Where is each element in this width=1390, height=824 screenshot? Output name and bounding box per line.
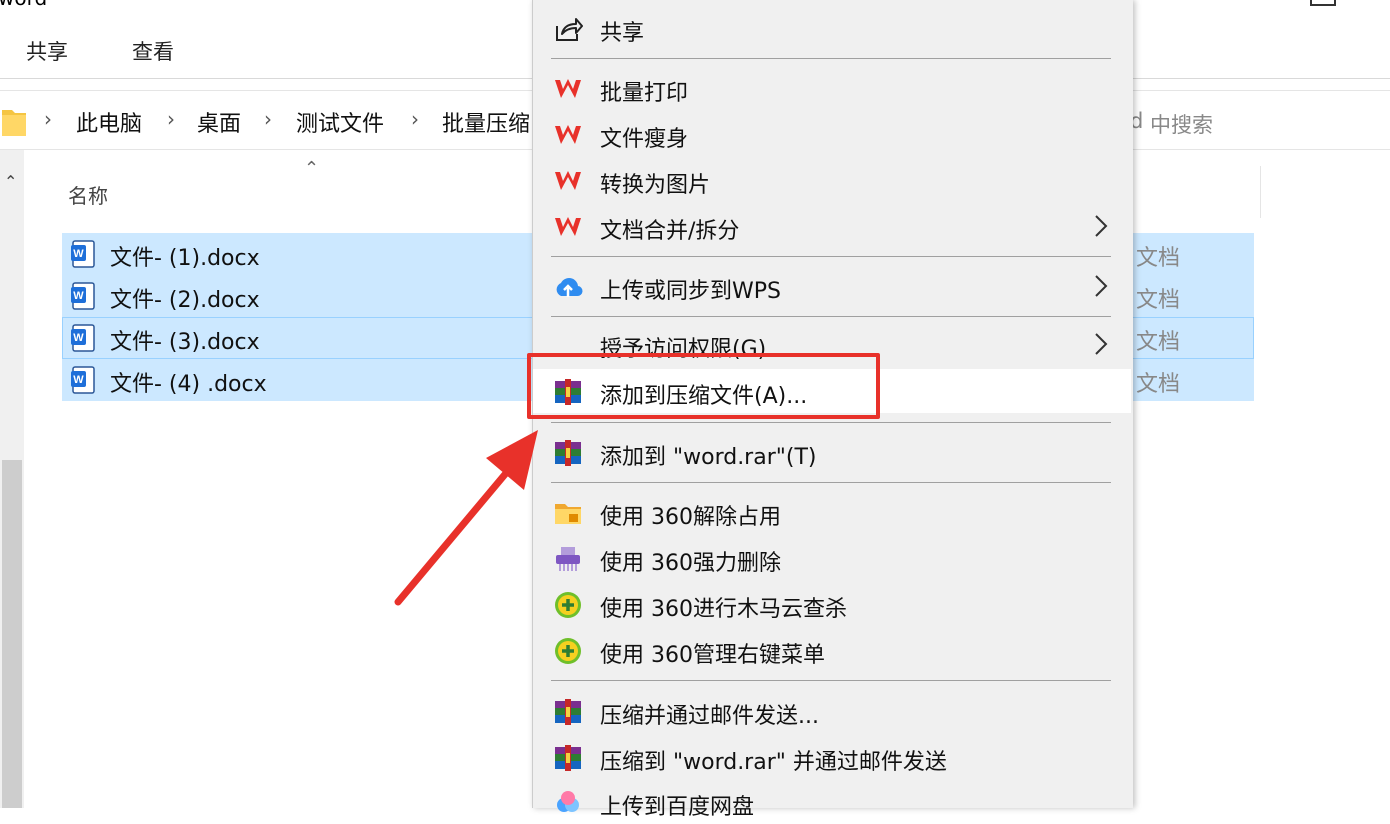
menu-item-share[interactable]: 共享 (533, 6, 1131, 50)
360-plus-icon (555, 638, 581, 664)
sort-ascending-icon: ⌃ (304, 158, 320, 179)
menu-label: 添加到 "word.rar"(T) (600, 445, 817, 470)
menu-label: 上传到百度网盘 (600, 795, 755, 820)
wps-icon (555, 217, 581, 236)
menu-separator (551, 422, 1111, 423)
wps-icon (555, 79, 581, 98)
share-icon (556, 18, 583, 41)
file-name: 文件- (2).docx (110, 288, 260, 313)
menu-item-slim-file[interactable]: 文件瘦身 (533, 112, 1131, 156)
file-name: 文件- (1).docx (110, 246, 260, 271)
menu-separator (551, 256, 1111, 257)
baidu-netdisk-icon (557, 791, 579, 812)
svg-text:W: W (73, 374, 84, 386)
menu-item-merge-split[interactable]: 文档合并/拆分 (533, 204, 1131, 248)
menu-item-baidu-upload[interactable]: 上传到百度网盘 (533, 780, 1131, 824)
winrar-icon (555, 699, 581, 725)
scrollbar-thumb[interactable] (2, 460, 22, 808)
menu-item-convert-image[interactable]: 转换为图片 (533, 158, 1131, 202)
word-doc-icon: W (71, 282, 95, 310)
menu-separator (551, 482, 1111, 483)
file-type: 文档 (1136, 288, 1181, 313)
menu-label: 使用 360解除占用 (600, 505, 781, 530)
menu-label: 使用 360管理右键菜单 (600, 643, 825, 668)
search-input[interactable]: d 中搜索 (1130, 99, 1390, 141)
menu-label: 使用 360强力删除 (600, 551, 781, 576)
menu-separator (551, 680, 1111, 681)
highlight-box (527, 353, 880, 419)
breadcrumb-this-pc[interactable]: 此电脑 (76, 106, 142, 138)
chevron-right-icon: › (411, 107, 419, 131)
menu-label: 压缩并通过邮件发送... (600, 704, 819, 729)
breadcrumb-test-files[interactable]: 测试文件 (296, 106, 384, 138)
folder-icon (2, 110, 26, 136)
svg-text:W: W (73, 248, 84, 260)
menu-label: 文档合并/拆分 (600, 219, 740, 244)
chevron-right-icon: › (44, 107, 52, 131)
menu-label: 上传或同步到WPS (600, 279, 781, 304)
word-doc-icon: W (71, 366, 95, 394)
chevron-right-icon (1095, 215, 1108, 237)
menu-label: 共享 (600, 21, 645, 46)
menu-item-batch-print[interactable]: 批量打印 (533, 66, 1131, 110)
tab-view[interactable]: 查看 (132, 36, 174, 66)
file-type: 文档 (1136, 330, 1181, 355)
file-type: 文档 (1136, 372, 1181, 397)
svg-text:W: W (73, 290, 84, 302)
menu-label: 文件瘦身 (600, 127, 689, 152)
file-type: 文档 (1136, 246, 1181, 271)
menu-item-compress-rar-email[interactable]: 压缩到 "word.rar" 并通过邮件发送 (533, 735, 1131, 779)
wps-icon (555, 171, 581, 190)
nav-pane-scrollbar[interactable]: ⌃ (0, 150, 24, 808)
file-name: 文件- (4) .docx (110, 372, 267, 397)
menu-label: 转换为图片 (600, 173, 711, 198)
word-doc-icon: W (71, 240, 95, 268)
chevron-right-icon (1095, 333, 1108, 355)
word-doc-icon: W (71, 324, 95, 352)
chevron-right-icon (1095, 275, 1108, 297)
search-placeholder: 中搜索 (1150, 113, 1213, 137)
menu-separator (551, 58, 1111, 59)
breadcrumb-batch[interactable]: 批量压缩 (442, 106, 530, 138)
menu-item-add-to-rar[interactable]: 添加到 "word.rar"(T) (533, 430, 1131, 474)
scroll-up-icon[interactable]: ⌃ (4, 172, 17, 191)
menu-item-360-manage[interactable]: 使用 360管理右键菜单 (533, 628, 1131, 672)
file-name: 文件- (3).docx (110, 330, 260, 355)
menu-label: 压缩到 "word.rar" 并通过邮件发送 (600, 750, 947, 775)
maximize-button[interactable] (1310, 0, 1336, 6)
menu-item-upload-wps[interactable]: 上传或同步到WPS (533, 264, 1131, 308)
menu-label: 批量打印 (600, 81, 689, 106)
window-title: word (0, 0, 47, 8)
wps-icon (555, 125, 581, 144)
menu-item-360-delete[interactable]: 使用 360强力删除 (533, 536, 1131, 580)
menu-separator (551, 316, 1111, 317)
menu-item-360-scan[interactable]: 使用 360进行木马云查杀 (533, 582, 1131, 626)
column-name[interactable]: 名称 (68, 180, 108, 209)
menu-item-compress-email[interactable]: 压缩并通过邮件发送... (533, 689, 1131, 733)
svg-text:W: W (73, 332, 84, 344)
winrar-icon (555, 745, 581, 771)
menu-item-360-unlock[interactable]: 使用 360解除占用 (533, 490, 1131, 534)
breadcrumb-desktop[interactable]: 桌面 (197, 106, 241, 138)
tab-share[interactable]: 共享 (26, 36, 68, 66)
menu-label: 使用 360进行木马云查杀 (600, 597, 847, 622)
annotation-arrow-icon (394, 430, 538, 606)
chevron-right-icon: › (167, 107, 175, 131)
chevron-right-icon: › (264, 107, 272, 131)
cloud-upload-icon (556, 278, 583, 297)
column-divider[interactable] (1260, 166, 1261, 218)
